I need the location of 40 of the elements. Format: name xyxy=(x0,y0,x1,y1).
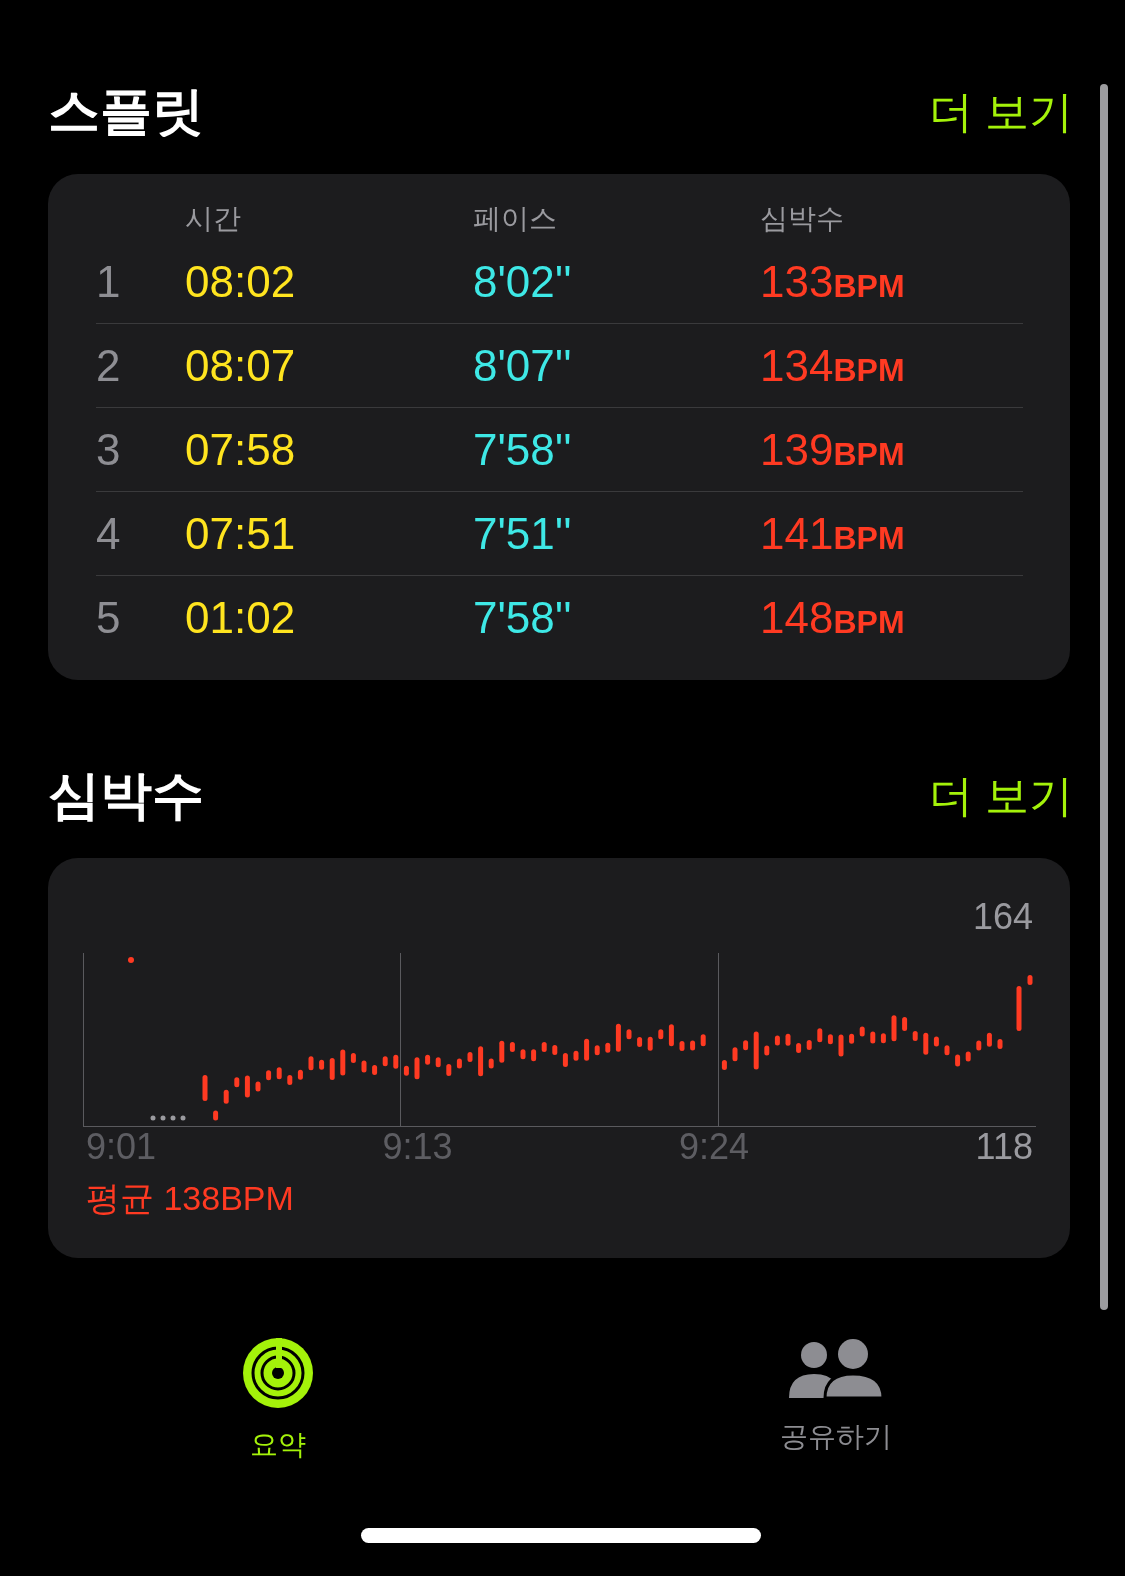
column-header: 심박수 xyxy=(760,202,845,236)
split-number: 2 xyxy=(96,340,122,391)
time-label: 9:24 xyxy=(679,1126,751,1168)
split-time: 01:02 xyxy=(185,592,297,643)
split-number: 1 xyxy=(96,256,122,307)
split-heart-rate: 148BPM xyxy=(760,592,906,643)
see-more-link[interactable]: 더 보기 xyxy=(928,766,1073,826)
split-pace: 8'02'' xyxy=(473,256,573,307)
section-title: 스플릿 xyxy=(48,81,204,142)
split-number: 5 xyxy=(96,592,122,643)
split-pace: 7'51'' xyxy=(473,508,573,559)
time-label: 9:13 xyxy=(382,1126,454,1168)
time-label: 9:01 xyxy=(86,1126,158,1168)
split-number: 3 xyxy=(96,424,122,475)
tab[interactable]: 공유하기 xyxy=(780,1338,892,1464)
average-heart-rate: 평균 138BPM xyxy=(86,1178,294,1219)
split-time: 07:58 xyxy=(185,424,297,475)
split-pace: 7'58'' xyxy=(473,592,573,643)
section-title: 심박수 xyxy=(48,765,204,826)
split-time: 08:02 xyxy=(185,256,297,307)
heart-rate-point xyxy=(128,957,134,963)
split-number: 4 xyxy=(96,508,122,559)
split-heart-rate: 139BPM xyxy=(760,424,906,475)
split-heart-rate: 133BPM xyxy=(760,256,906,307)
split-time: 07:51 xyxy=(185,508,297,559)
people-icon xyxy=(789,1338,883,1400)
split-heart-rate: 134BPM xyxy=(760,340,906,391)
tab[interactable]: 요약 xyxy=(243,1338,313,1464)
no-data-dots xyxy=(150,1115,186,1121)
activity-rings-icon xyxy=(243,1338,313,1408)
split-pace: 8'07'' xyxy=(473,340,573,391)
split-time: 08:07 xyxy=(185,340,297,391)
see-more-link[interactable]: 더 보기 xyxy=(928,82,1073,142)
column-header: 시간 xyxy=(185,202,242,236)
split-heart-rate: 141BPM xyxy=(760,508,906,559)
min-value-label: 118 xyxy=(975,1126,1033,1168)
scroll-bar[interactable] xyxy=(1100,84,1108,1310)
split-pace: 7'58'' xyxy=(473,424,573,475)
max-value-label: 164 xyxy=(972,896,1033,938)
column-header: 페이스 xyxy=(473,202,558,236)
